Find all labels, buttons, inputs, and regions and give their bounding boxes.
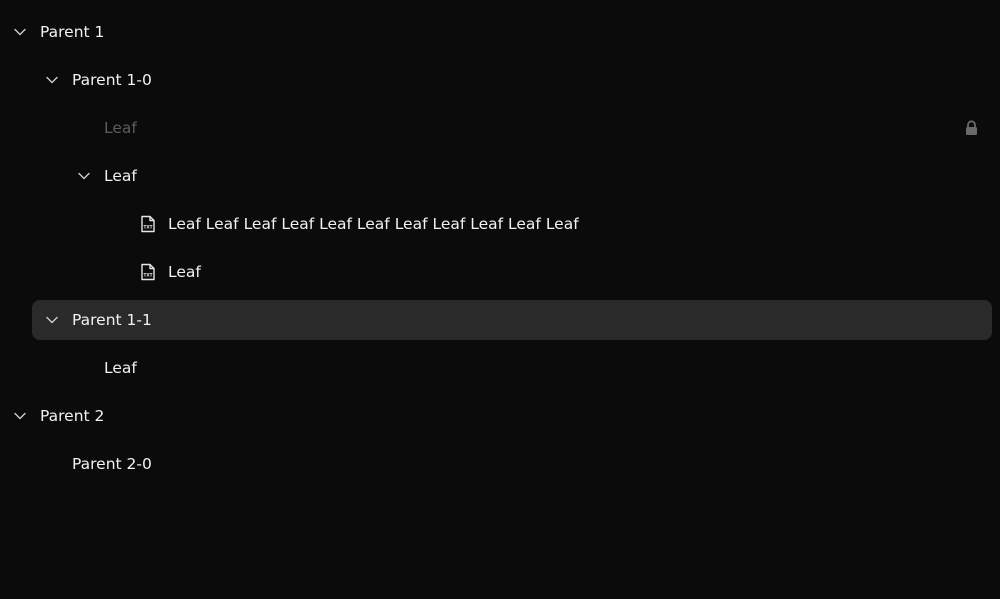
tree-node-label: Parent 2 [40,407,105,425]
tree-node-label: Parent 1-1 [72,311,152,329]
tree-node-leaf-long[interactable]: TXT Leaf Leaf Leaf Leaf Leaf Leaf Leaf L… [0,204,1000,244]
tree-node-leaf-short[interactable]: TXT Leaf [0,252,1000,292]
txt-file-icon: TXT [139,215,157,233]
tree-node-label: Leaf [104,359,137,377]
lock-icon [964,120,979,136]
tree-node-leaf-disabled: Leaf [0,108,1000,148]
tree-node-label: Leaf [104,167,137,185]
tree-node-parent-1-0[interactable]: Parent 1-0 [0,60,1000,100]
tree-node-parent-1-1[interactable]: Parent 1-1 [32,300,992,340]
chevron-down-icon[interactable] [12,408,28,424]
tree-node-leaf-expanded[interactable]: Leaf [0,156,1000,196]
tree-node-label: Leaf [104,119,137,137]
txt-file-icon: TXT [139,263,157,281]
chevron-down-icon[interactable] [44,72,60,88]
tree-node-parent-2[interactable]: Parent 2 [0,396,1000,436]
svg-text:TXT: TXT [144,225,153,230]
tree-node-label: Parent 1 [40,23,105,41]
chevron-down-icon[interactable] [44,312,60,328]
tree-node-leaf[interactable]: Leaf [0,348,1000,388]
tree-node-label: Leaf [168,263,201,281]
tree-node-label: Parent 1-0 [72,71,152,89]
tree-node-parent-2-0[interactable]: Parent 2-0 [0,444,1000,484]
chevron-down-icon[interactable] [76,168,92,184]
chevron-down-icon[interactable] [12,24,28,40]
tree-node-parent-1[interactable]: Parent 1 [0,12,1000,52]
tree-view: Parent 1 Parent 1-0 Leaf Leaf TXT Leaf L… [0,0,1000,599]
tree-node-label: Leaf Leaf Leaf Leaf Leaf Leaf Leaf Leaf … [168,215,579,233]
svg-text:TXT: TXT [144,273,153,278]
tree-node-label: Parent 2-0 [72,455,152,473]
